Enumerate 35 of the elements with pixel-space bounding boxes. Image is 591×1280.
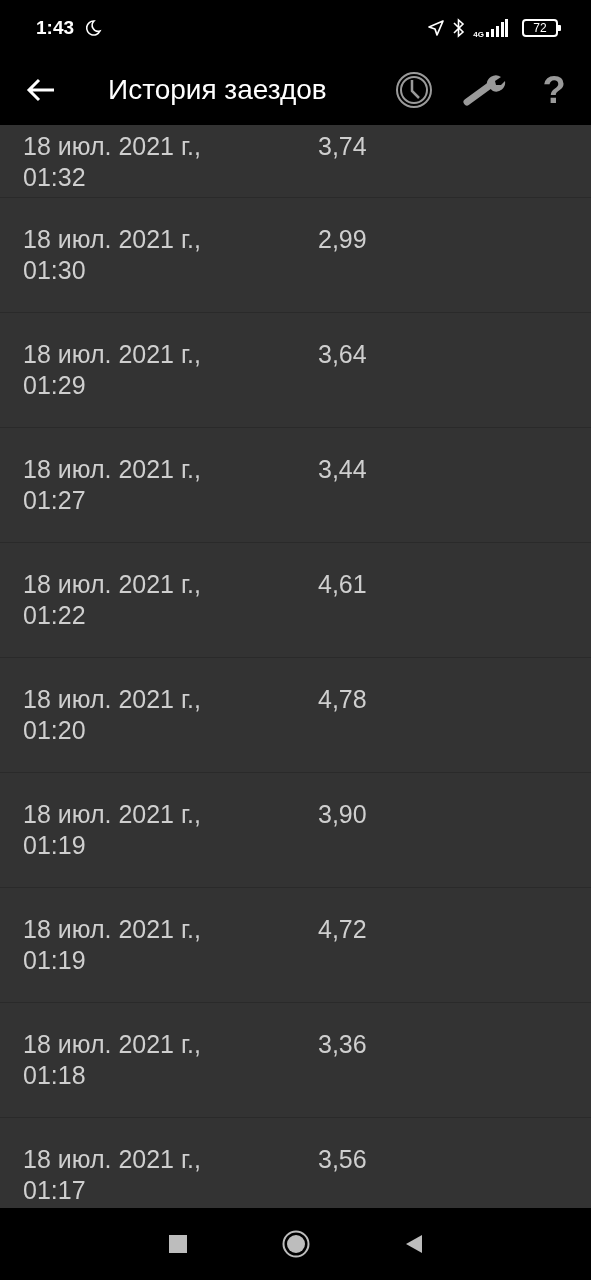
back-button[interactable] [26,77,56,103]
signal-icon [486,18,508,37]
ride-value: 4,61 [318,569,367,600]
back-nav-button[interactable] [404,1234,423,1254]
moon-icon [84,18,103,37]
help-button[interactable]: ? [537,71,571,109]
location-arrow-icon [427,18,446,37]
ride-value: 2,99 [318,224,367,255]
ride-value: 3,64 [318,339,367,370]
date-time: 18 июл. 2021 г., 01:18 [23,1029,202,1091]
date-time: 18 июл. 2021 г., 01:20 [23,684,202,746]
date-time: 18 июл. 2021 г., 01:17 [23,1144,202,1206]
clock-time: 1:43 [36,16,75,39]
date-time: 18 июл. 2021 г., 01:19 [23,914,202,976]
ride-value: 3,36 [318,1029,367,1060]
date-time: 18 июл. 2021 г., 01:22 [23,569,202,631]
ride-value: 3,44 [318,454,367,485]
ride-value: 4,78 [318,684,367,715]
date-time: 18 июл. 2021 г., 01:32 [23,131,202,193]
date-time: 18 июл. 2021 г., 01:30 [23,224,202,286]
date-time: 18 июл. 2021 г., 01:27 [23,454,202,516]
battery-indicator: 72 [522,18,561,37]
ride-value: 4,72 [318,914,367,945]
bluetooth-icon [453,17,466,38]
ride-value: 3,90 [318,799,367,830]
network-type: 4G [473,30,484,39]
screen-title: История заездов [108,74,328,106]
date-time: 18 июл. 2021 г., 01:19 [23,799,202,861]
ride-value: 3,74 [318,131,367,162]
history-clock-button[interactable] [395,71,433,109]
home-button[interactable] [281,1230,310,1258]
settings-button[interactable] [463,74,507,106]
ride-value: 3,56 [318,1144,367,1175]
date-time: 18 июл. 2021 г., 01:29 [23,339,202,401]
recents-button[interactable] [168,1235,187,1253]
